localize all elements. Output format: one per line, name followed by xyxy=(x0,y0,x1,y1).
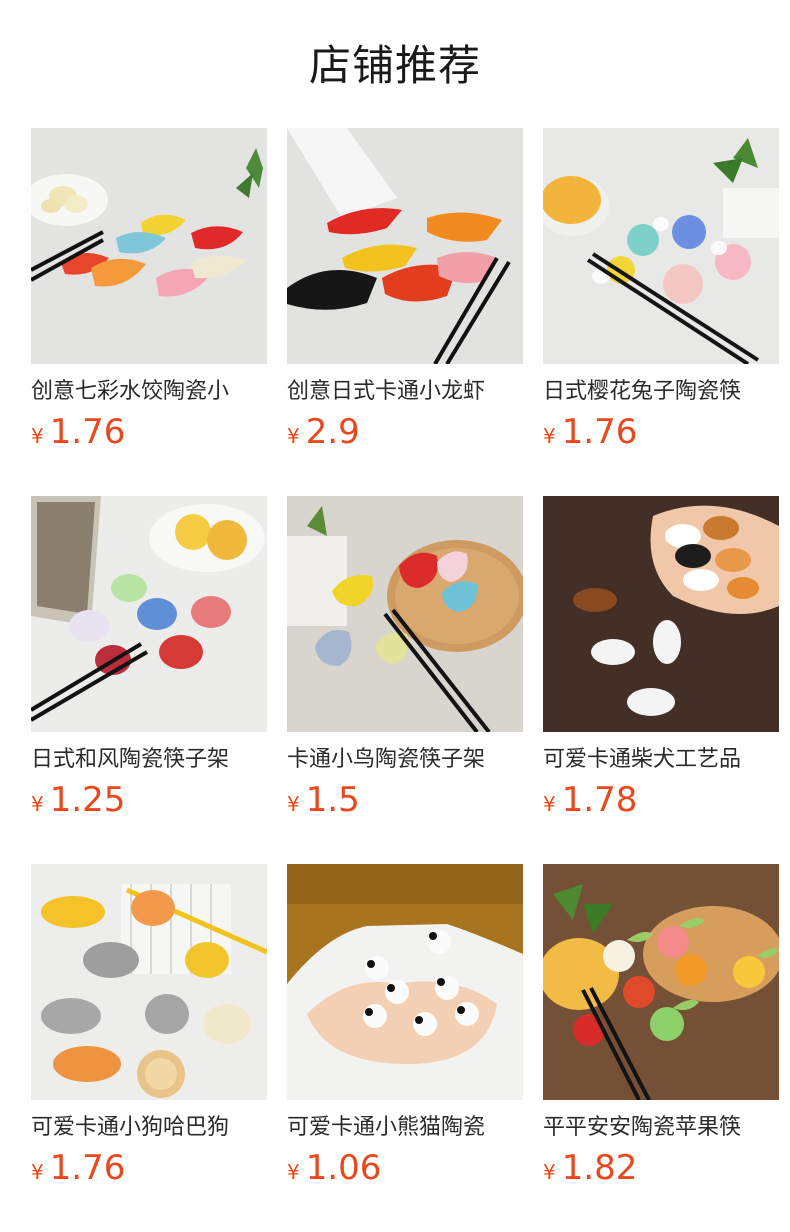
currency-symbol: ¥ xyxy=(543,424,556,448)
currency-symbol: ¥ xyxy=(543,1160,556,1184)
currency-symbol: ¥ xyxy=(287,792,300,816)
product-name[interactable]: 创意七彩水饺陶瓷小 xyxy=(31,376,267,408)
product-name[interactable]: 可爱卡通小狗哈巴狗 xyxy=(31,1112,267,1144)
product-card[interactable]: 可爱卡通柴犬工艺品 ¥1.78 xyxy=(543,496,779,864)
currency-symbol: ¥ xyxy=(287,1160,300,1184)
product-card[interactable]: 可爱卡通小熊猫陶瓷 ¥1.06 xyxy=(287,864,523,1232)
product-card[interactable]: 卡通小鸟陶瓷筷子架 ¥1.5 xyxy=(287,496,523,864)
product-price: ¥1.76 xyxy=(543,412,779,452)
currency-symbol: ¥ xyxy=(31,1160,44,1184)
product-card[interactable]: 可爱卡通小狗哈巴狗 ¥1.76 xyxy=(31,864,267,1232)
product-name[interactable]: 日式樱花兔子陶瓷筷 xyxy=(543,376,779,408)
price-amount: 1.82 xyxy=(561,1148,638,1188)
product-grid: 创意七彩水饺陶瓷小 ¥1.76 创意日式卡通小龙虾 ¥ 2.9 日式樱花兔子陶瓷… xyxy=(31,128,779,1232)
price-amount: 1.76 xyxy=(49,1148,126,1188)
product-price: ¥2.9 xyxy=(287,412,523,452)
product-price: ¥1.78 xyxy=(543,780,779,820)
product-image-shiba-dogs[interactable] xyxy=(543,496,779,732)
product-image-sakura-rabbit[interactable] xyxy=(543,128,779,364)
product-price: ¥1.06 xyxy=(287,1148,523,1188)
product-image-japanese-pattern[interactable] xyxy=(31,496,267,732)
price-amount: 1.25 xyxy=(49,780,126,820)
product-name[interactable]: 平平安安陶瓷苹果筷 xyxy=(543,1112,779,1144)
price-amount: 1.76 xyxy=(561,412,638,452)
currency-symbol: ¥ xyxy=(31,424,44,448)
product-card[interactable]: 日式和风陶瓷筷子架 ¥1.25 xyxy=(31,496,267,864)
product-price: ¥1.76 xyxy=(31,412,267,452)
product-image-crayfish[interactable] xyxy=(287,128,523,364)
store-recommendations-page: 店铺推荐 创意七彩水饺陶瓷小 ¥ 1.76 创意日式卡通小龙虾 ¥ 2.9 日式… xyxy=(0,0,790,1232)
product-image-apples[interactable] xyxy=(543,864,779,1100)
product-card[interactable]: 创意七彩水饺陶瓷小 ¥1.76 xyxy=(31,128,267,496)
product-name[interactable]: 可爱卡通柴犬工艺品 xyxy=(543,744,779,776)
product-card[interactable]: 平平安安陶瓷苹果筷 ¥1.82 xyxy=(543,864,779,1232)
product-image-puppies[interactable] xyxy=(31,864,267,1100)
product-name[interactable]: 可爱卡通小熊猫陶瓷 xyxy=(287,1112,523,1144)
price-amount: 1.78 xyxy=(561,780,638,820)
currency-symbol: ¥ xyxy=(287,424,300,448)
currency-symbol: ¥ xyxy=(543,792,556,816)
page-title: 店铺推荐 xyxy=(308,41,481,90)
product-price: ¥1.82 xyxy=(543,1148,779,1188)
product-price: ¥1.25 xyxy=(31,780,267,820)
product-price: ¥1.5 xyxy=(287,780,523,820)
product-card[interactable]: 日式樱花兔子陶瓷筷 ¥1.76 xyxy=(543,128,779,496)
product-name[interactable]: 卡通小鸟陶瓷筷子架 xyxy=(287,744,523,776)
product-name[interactable]: 日式和风陶瓷筷子架 xyxy=(31,744,267,776)
product-name[interactable]: 创意日式卡通小龙虾 xyxy=(287,376,523,408)
currency-symbol: ¥ xyxy=(31,792,44,816)
price-amount: 1.5 xyxy=(305,780,360,820)
product-card[interactable]: 创意日式卡通小龙虾 ¥2.9 xyxy=(287,128,523,496)
product-price: ¥1.76 xyxy=(31,1148,267,1188)
price-amount: 1.06 xyxy=(305,1148,382,1188)
product-image-birds[interactable] xyxy=(287,496,523,732)
price-amount: 1.76 xyxy=(49,412,126,452)
price-amount: 2.9 xyxy=(305,412,360,452)
product-image-pandas[interactable] xyxy=(287,864,523,1100)
product-image-dumplings[interactable] xyxy=(31,128,267,364)
